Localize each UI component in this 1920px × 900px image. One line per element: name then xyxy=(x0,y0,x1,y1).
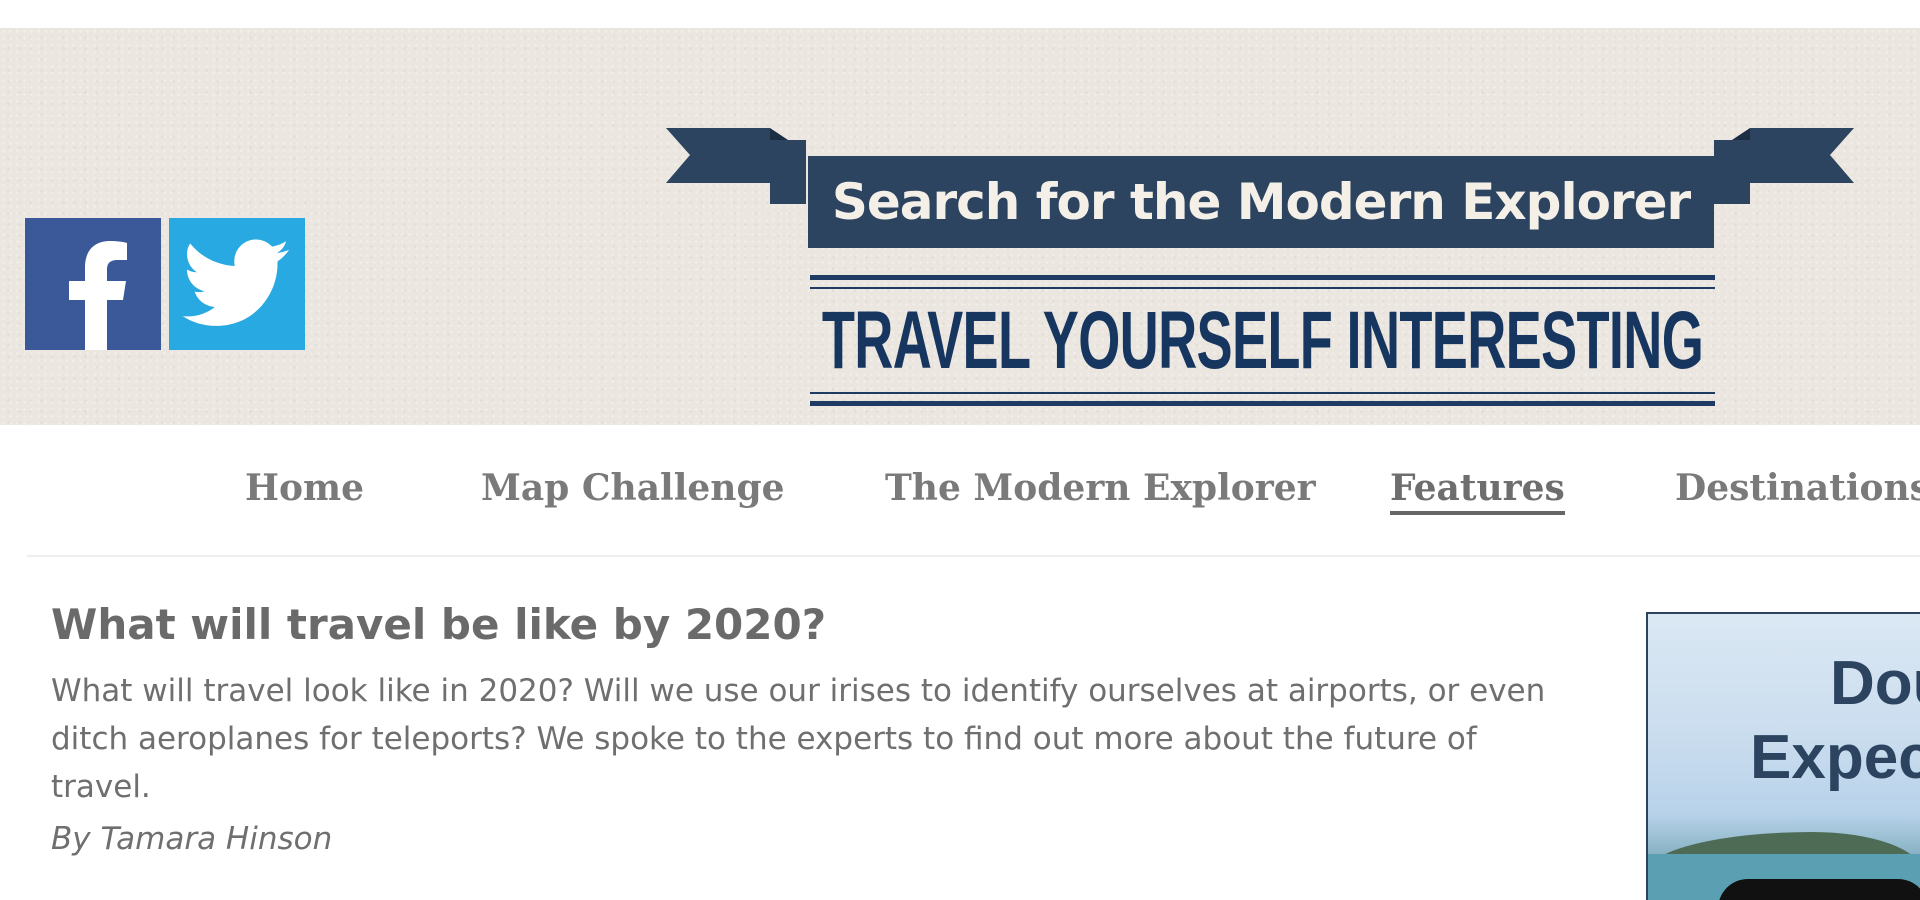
ad-phone-image xyxy=(1718,879,1920,900)
article-author: By Tamara Hinson xyxy=(51,821,333,857)
logo-title[interactable]: Search for the Modern Explorer xyxy=(808,156,1714,248)
article-teaser: What will travel be like by 2020? What w… xyxy=(51,600,1571,857)
tagline-block: TRAVEL YOURSELF INTERESTING xyxy=(810,275,1715,413)
nav-item-features[interactable]: Features xyxy=(1390,467,1565,515)
nav-item-the-modern-explorer[interactable]: The Modern Explorer xyxy=(885,467,1316,509)
article-title[interactable]: What will travel be like by 2020? xyxy=(51,600,1571,649)
nav-item-map-challenge[interactable]: Map Challenge xyxy=(481,467,785,509)
nav-item-destinations[interactable]: Destinations xyxy=(1675,467,1920,509)
tagline-rule-bottom-thin xyxy=(810,392,1715,394)
nav-divider xyxy=(27,555,1920,557)
ad-line-1: Dou xyxy=(1830,649,1920,718)
social-links xyxy=(25,218,305,350)
site-header: Search for the Modern Explorer TRAVEL YO… xyxy=(0,28,1920,425)
tagline-rule-top xyxy=(810,275,1715,280)
tagline-rule-bottom xyxy=(810,401,1715,406)
ad-line-2: Expec xyxy=(1750,723,1920,792)
sidebar-ad[interactable]: Dou Expec xyxy=(1646,612,1920,900)
nav-item-home[interactable]: Home xyxy=(245,467,364,509)
tagline-rule-top-thin xyxy=(810,287,1715,289)
main-nav: Home Map Challenge The Modern Explorer F… xyxy=(0,425,1920,555)
tagline: TRAVEL YOURSELF INTERESTING xyxy=(821,295,1704,386)
facebook-button[interactable] xyxy=(25,218,161,350)
twitter-icon xyxy=(182,239,290,326)
facebook-icon xyxy=(69,241,127,350)
twitter-button[interactable] xyxy=(169,218,305,350)
article-summary: What will travel look like in 2020? Will… xyxy=(51,673,1546,805)
